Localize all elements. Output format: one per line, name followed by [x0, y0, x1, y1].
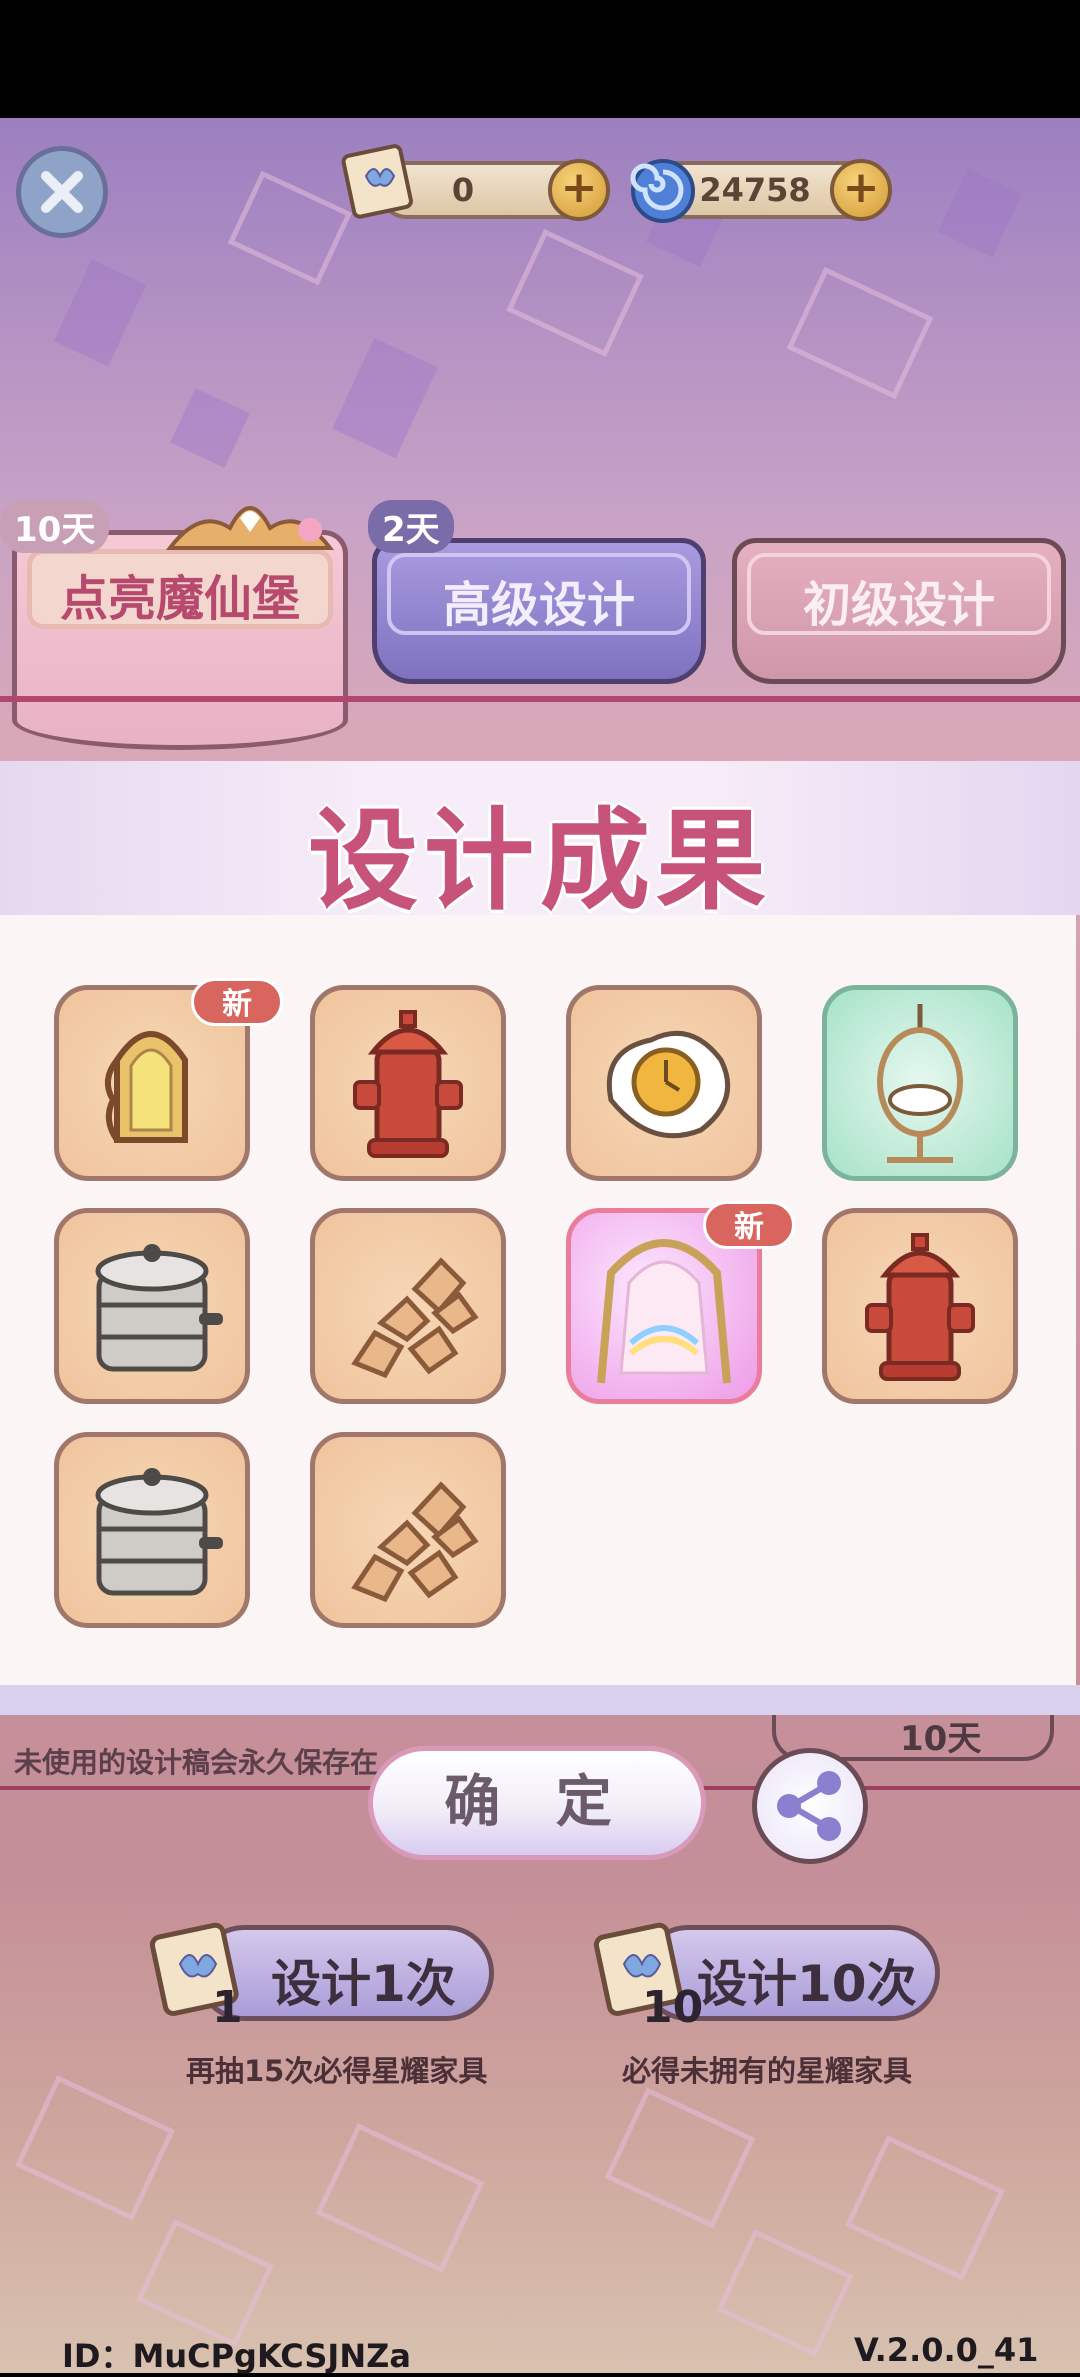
- tab-advanced-design[interactable]: 高级设计: [372, 538, 706, 684]
- result-item-window[interactable]: 新: [54, 978, 283, 1181]
- close-icon: [41, 171, 83, 213]
- add-ticket-button[interactable]: +: [548, 159, 610, 221]
- share-icon: [777, 1771, 841, 1841]
- results-title: 设计成果: [308, 797, 772, 925]
- result-item-stones[interactable]: [310, 1208, 506, 1404]
- result-item-hanging-chair[interactable]: [822, 985, 1018, 1181]
- new-badge: 新: [703, 1201, 795, 1249]
- result-item-steamer[interactable]: [54, 1208, 250, 1404]
- tab-label: 高级设计: [442, 577, 635, 633]
- tab-basic-design[interactable]: 初级设计: [732, 538, 1066, 684]
- fire-hydrant-icon: [353, 1010, 463, 1158]
- design-ten-hint: 必得未拥有的星耀家具: [622, 2054, 913, 2088]
- fried-egg-clock-icon: [606, 1030, 731, 1139]
- save-note: 未使用的设计稿会永久保存在: [14, 1746, 379, 1779]
- swirl-gem-icon: [630, 159, 695, 223]
- design-ten-cost: 10: [642, 1982, 704, 2033]
- gem-count: 24758: [699, 171, 811, 209]
- result-item-steamer[interactable]: [54, 1432, 250, 1628]
- design-once-cost: 1: [212, 1982, 243, 2033]
- version-label: V.2.0.0_41: [854, 2331, 1039, 2369]
- fire-hydrant-icon: [865, 1233, 975, 1381]
- status-bar: [0, 0, 1080, 118]
- result-item-stones[interactable]: [310, 1432, 506, 1628]
- tab-light-castle[interactable]: 点亮魔仙堡: [12, 530, 348, 750]
- player-id: ID：MuCPgKCSJNZa: [62, 2337, 411, 2375]
- timer-text: 10天: [900, 1719, 982, 1759]
- stone-path-icon: [351, 1257, 479, 1379]
- share-button[interactable]: [752, 1748, 868, 1864]
- steamer-pot-icon: [95, 1468, 223, 1596]
- result-item-egg-clock[interactable]: [566, 985, 762, 1181]
- result-item-arch-gate[interactable]: 新: [566, 1201, 795, 1404]
- add-gem-button[interactable]: +: [830, 159, 892, 221]
- design-ticket-icon: [341, 144, 413, 219]
- steamer-pot-icon: [95, 1244, 223, 1372]
- tab-label: 初级设计: [802, 577, 995, 633]
- tab-duration-badge: 2天: [368, 500, 454, 553]
- crown-ornament-icon: [165, 506, 335, 550]
- close-button[interactable]: [16, 146, 108, 238]
- design-once-hint: 再抽15次必得星耀家具: [186, 2054, 488, 2088]
- results-panel-header: 设计成果: [0, 761, 1080, 925]
- tab-duration-badge: 10天: [0, 500, 110, 553]
- design-once-label: 设计1次: [271, 1955, 456, 2013]
- hanging-chair-icon: [877, 1004, 963, 1163]
- stone-path-icon: [351, 1481, 479, 1603]
- new-badge: 新: [191, 978, 283, 1026]
- result-item-hydrant[interactable]: [822, 1208, 1018, 1404]
- tab-label: 点亮魔仙堡: [59, 571, 300, 627]
- tab-divider-line: [0, 696, 1080, 702]
- confirm-button[interactable]: 确 定: [368, 1746, 706, 1860]
- result-item-hydrant[interactable]: [310, 985, 506, 1181]
- design-ten-label: 设计10次: [697, 1955, 917, 2013]
